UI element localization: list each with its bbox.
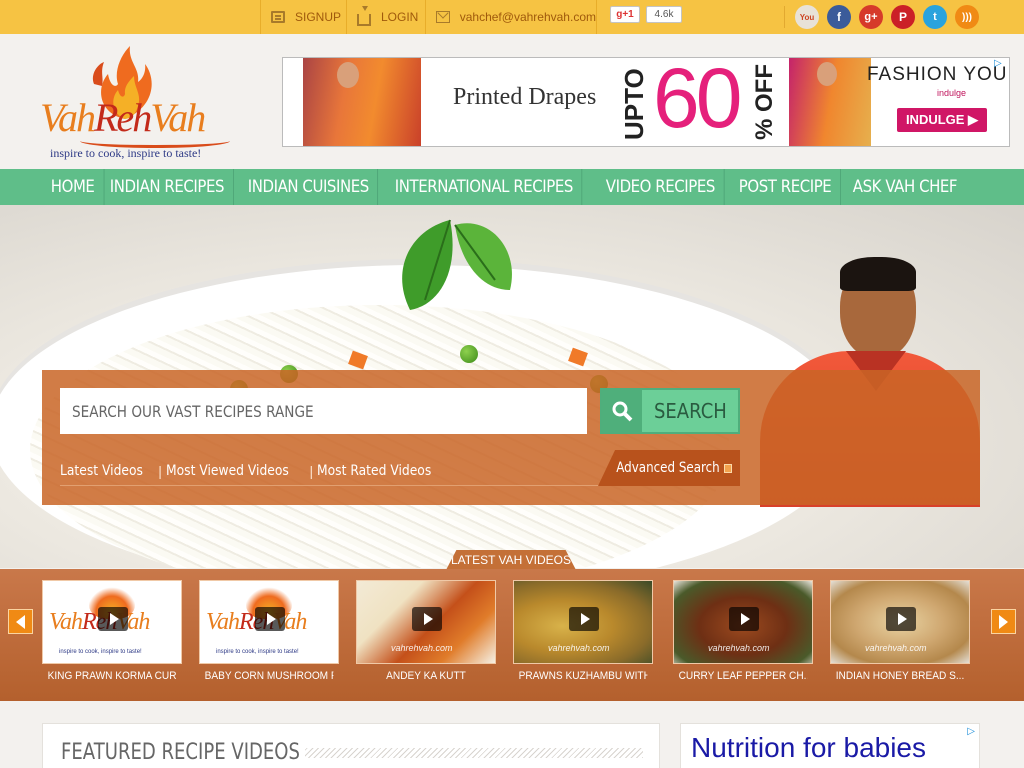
ad-off: % OFF	[751, 64, 778, 140]
ad-brand-sub: indulge	[937, 88, 967, 98]
carousel-prev-button[interactable]	[8, 609, 33, 634]
watermark: vahrehvah.com	[865, 643, 927, 653]
video-thumbnail[interactable]: vahrehvah.com	[513, 580, 653, 664]
video-thumbnail[interactable]: vahrehvah.com	[673, 580, 813, 664]
play-icon	[412, 607, 442, 631]
ad-percent: 60	[653, 57, 742, 145]
link-separator: |	[309, 462, 314, 479]
search-button-label: SEARCH	[654, 399, 727, 423]
play-icon	[886, 607, 916, 631]
watermark: vahrehvah.com	[391, 643, 453, 653]
link-separator: |	[158, 462, 162, 479]
video-thumbnail[interactable]: VahRehVah inspire to cook, inspire to ta…	[42, 580, 182, 664]
video-card[interactable]: VahRehVah inspire to cook, inspire to ta…	[42, 580, 182, 690]
carrot-decoration	[348, 350, 368, 370]
most-viewed-videos-link[interactable]: Most Viewed Videos	[166, 463, 289, 479]
latest-videos-carousel: VahRehVah inspire to cook, inspire to ta…	[0, 569, 1024, 701]
advanced-search-label: Advanced Search	[616, 460, 720, 476]
login-icon	[357, 6, 371, 26]
most-rated-videos-link[interactable]: Most Rated Videos	[317, 463, 431, 479]
email-label: vahchef@vahrehvah.com	[459, 10, 596, 24]
mint-leaf-image	[402, 219, 512, 310]
login-link[interactable]: LOGIN	[346, 0, 425, 34]
search-icon	[602, 390, 642, 432]
nav-ask-vah-chef[interactable]: ASK VAH CHEF	[844, 169, 966, 205]
dropdown-icon	[723, 463, 732, 473]
video-card[interactable]: vahrehvah.com PRAWNS KUZHAMBU WITH...	[513, 580, 653, 690]
video-card[interactable]: VahRehVah inspire to cook, inspire to ta…	[199, 580, 339, 690]
video-caption[interactable]: PRAWNS KUZHAMBU WITH...	[519, 670, 648, 682]
video-card[interactable]: vahrehvah.com CURRY LEAF PEPPER CH...	[673, 580, 813, 690]
nav-video-recipes[interactable]: VIDEO RECIPES	[597, 169, 725, 205]
signup-icon	[271, 11, 285, 23]
play-icon	[98, 607, 128, 631]
youtube-icon[interactable]: You	[795, 5, 819, 29]
hero-banner: SEARCH OUR VAST RECIPES RANGE SEARCH Lat…	[0, 205, 1024, 568]
google-plus-one-button[interactable]: g+1	[610, 6, 640, 23]
title-decoration	[305, 748, 643, 758]
adchoices-icon[interactable]: ▷	[994, 58, 1007, 71]
arrow-left-icon	[16, 614, 25, 629]
ad-banner[interactable]: Printed Drapes UPTO 60 % OFF FASHION YOU…	[282, 57, 1010, 147]
video-thumbnail[interactable]: vahrehvah.com	[356, 580, 496, 664]
arrow-right-icon	[999, 614, 1008, 629]
video-caption[interactable]: CURRY LEAF PEPPER CH...	[679, 670, 808, 682]
nav-indian-cuisines[interactable]: INDIAN CUISINES	[239, 169, 379, 205]
ad-model-image	[303, 58, 421, 146]
search-panel: SEARCH OUR VAST RECIPES RANGE SEARCH Lat…	[42, 370, 980, 505]
video-caption[interactable]: INDIAN HONEY BREAD S...	[836, 670, 965, 682]
search-placeholder: SEARCH OUR VAST RECIPES RANGE	[72, 401, 314, 421]
mail-icon	[436, 11, 450, 23]
nav-post-recipe[interactable]: POST RECIPE	[730, 169, 842, 205]
carousel-next-button[interactable]	[991, 609, 1016, 634]
featured-recipe-videos-panel: FEATURED RECIPE VIDEOS	[42, 723, 660, 768]
video-thumbnail[interactable]: vahrehvah.com	[830, 580, 970, 664]
video-thumbnail[interactable]: VahRehVah inspire to cook, inspire to ta…	[199, 580, 339, 664]
video-caption[interactable]: BABY CORN MUSHROOM P...	[205, 670, 334, 682]
logo-tagline: inspire to cook, inspire to taste!	[50, 146, 202, 160]
latest-videos-title: LATEST VAH VIDEOS	[446, 550, 576, 570]
carrot-decoration	[568, 347, 588, 367]
twitter-icon[interactable]: t	[923, 5, 947, 29]
ad-upto: UPTO	[619, 68, 649, 140]
email-link[interactable]: vahchef@vahrehvah.com	[425, 0, 597, 34]
google-plus-icon[interactable]: g+	[859, 5, 883, 29]
video-card[interactable]: vahrehvah.com ANDEY KA KUTT	[356, 580, 496, 690]
advanced-search-button[interactable]: Advanced Search	[598, 450, 740, 486]
nav-indian-recipes[interactable]: INDIAN RECIPES	[101, 169, 234, 205]
ad-cta-button[interactable]: INDULGE ▶	[897, 108, 987, 132]
video-caption[interactable]: ANDEY KA KUTT	[362, 670, 491, 682]
main-nav: HOME INDIAN RECIPES INDIAN CUISINES INTE…	[0, 169, 1024, 205]
watermark: vahrehvah.com	[708, 643, 770, 653]
side-ad-text[interactable]: Nutrition for babies	[691, 732, 926, 764]
play-icon	[255, 607, 285, 631]
video-card[interactable]: vahrehvah.com INDIAN HONEY BREAD S...	[830, 580, 970, 690]
social-divider	[784, 6, 785, 28]
ad-brand: FASHION YOU	[867, 64, 1008, 85]
search-input[interactable]: SEARCH OUR VAST RECIPES RANGE	[60, 388, 587, 434]
watermark: vahrehvah.com	[548, 643, 610, 653]
video-caption[interactable]: KING PRAWN KORMA CUR...	[48, 670, 177, 682]
adchoices-icon[interactable]: ▷	[967, 726, 975, 737]
ad-model-image-2	[789, 58, 871, 146]
signup-link[interactable]: SIGNUP	[260, 0, 346, 34]
facebook-icon[interactable]: f	[827, 5, 851, 29]
latest-videos-link[interactable]: Latest Videos	[60, 463, 143, 479]
pea-decoration	[460, 345, 478, 363]
login-label: LOGIN	[381, 10, 419, 24]
nav-home[interactable]: HOME	[42, 169, 105, 205]
search-button[interactable]: SEARCH	[600, 388, 740, 434]
featured-title: FEATURED RECIPE VIDEOS	[61, 740, 300, 765]
ad-headline: Printed Drapes	[453, 84, 597, 110]
play-icon	[569, 607, 599, 631]
google-plus-count: 4.6k	[646, 6, 682, 23]
top-bar: SIGNUP LOGIN vahchef@vahrehvah.com g+1 4…	[0, 0, 1024, 34]
play-icon	[729, 607, 759, 631]
nav-international-recipes[interactable]: INTERNATIONAL RECIPES	[386, 169, 583, 205]
rss-icon[interactable]: )))	[955, 5, 979, 29]
signup-label: SIGNUP	[295, 10, 342, 24]
pinterest-icon[interactable]: P	[891, 5, 915, 29]
site-logo[interactable]: VahRehVah inspire to cook, inspire to ta…	[40, 44, 230, 162]
side-ad[interactable]: Nutrition for babies ▷	[680, 723, 980, 768]
